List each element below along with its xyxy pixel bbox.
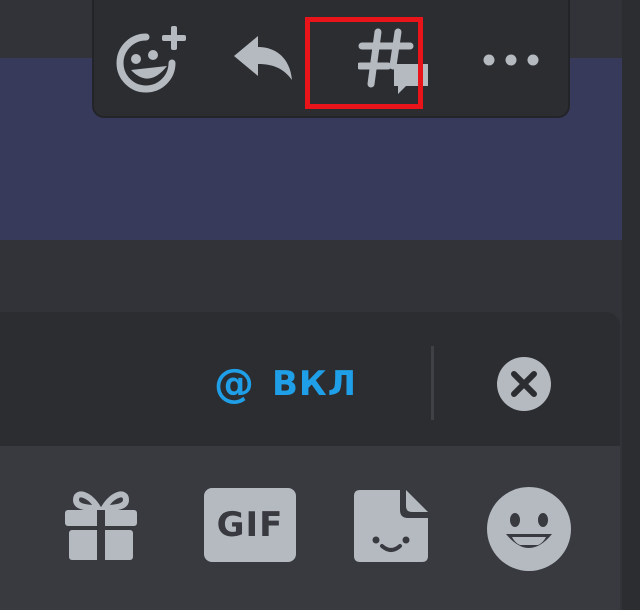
add-reaction-icon bbox=[116, 26, 186, 93]
gif-picker-button[interactable]: GIF bbox=[204, 488, 296, 562]
message-input-bar: GIF bbox=[0, 446, 620, 610]
more-options-button[interactable] bbox=[466, 18, 556, 102]
more-dots-icon bbox=[483, 54, 539, 66]
reply-button[interactable] bbox=[218, 18, 308, 102]
add-reaction-button[interactable] bbox=[108, 18, 198, 102]
reply-highlight-box bbox=[305, 17, 423, 109]
emoji-icon bbox=[487, 487, 571, 571]
reply-arrow-icon bbox=[234, 36, 292, 80]
gift-button[interactable] bbox=[62, 486, 140, 566]
reply-context-bar: @ ВКЛ bbox=[0, 312, 620, 446]
sticker-button[interactable] bbox=[352, 486, 430, 568]
mention-state-label: ВКЛ bbox=[272, 364, 357, 404]
message-actions-toolbar bbox=[92, 0, 570, 118]
sticker-icon bbox=[354, 490, 428, 562]
cancel-reply-button[interactable] bbox=[494, 354, 554, 414]
gift-icon bbox=[65, 491, 137, 562]
reply-bar-divider bbox=[431, 346, 434, 420]
mention-at-symbol: @ bbox=[214, 361, 254, 407]
emoji-button[interactable] bbox=[486, 486, 572, 576]
close-circle-icon bbox=[497, 357, 551, 411]
mention-toggle-button[interactable]: @ ВКЛ bbox=[214, 362, 357, 406]
scrollbar-track[interactable] bbox=[622, 0, 640, 610]
gif-label: GIF bbox=[216, 505, 284, 545]
